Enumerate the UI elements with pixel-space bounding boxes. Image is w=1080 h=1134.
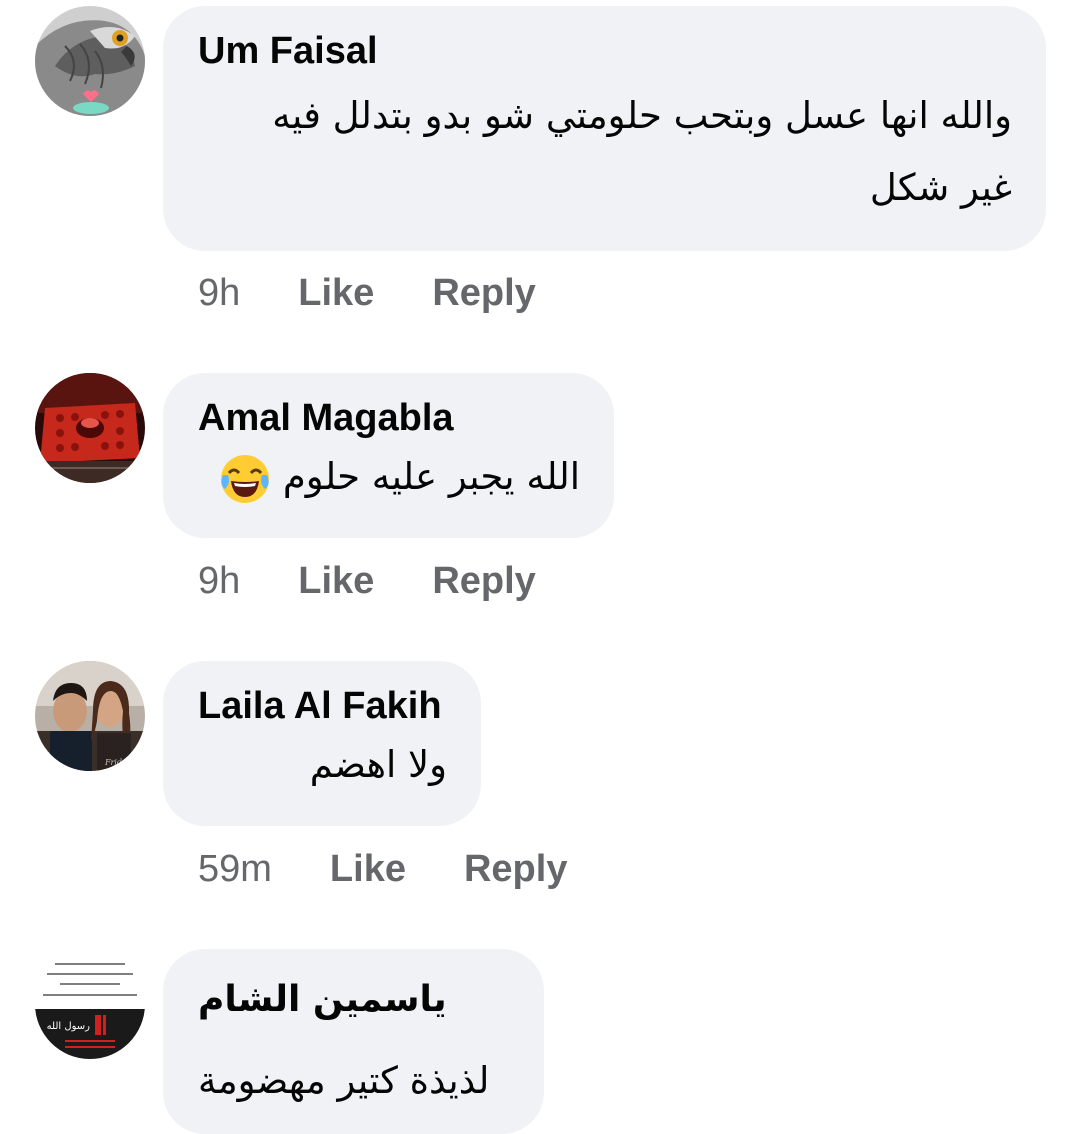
comment-text-line: غير شكل: [869, 166, 1012, 209]
red-tray-avatar-icon[interactable]: [35, 373, 145, 483]
comment-text: والله انها عسل وبتحب حلومتي شو بدو بتدلل…: [198, 80, 1012, 224]
comment-text-line: لذيذة كتير مهضومة: [198, 1059, 490, 1102]
like-button[interactable]: Like: [330, 846, 406, 892]
comment-text-line: ولا اهضم: [309, 743, 447, 786]
comment-bubble: ياسمين الشام لذيذة كتير مهضومة: [163, 949, 544, 1134]
comment-author[interactable]: Amal Magabla: [198, 395, 580, 441]
comment-text-line: والله انها عسل وبتحب حلومتي شو بدو بتدلل…: [272, 94, 1012, 137]
reply-button[interactable]: Reply: [464, 846, 567, 892]
comment-timestamp[interactable]: 9h: [198, 558, 240, 604]
couple-photo-avatar-icon[interactable]: Friday: [35, 661, 145, 771]
comment-text: الله يجبر عليه حلوم: [198, 447, 580, 507]
comment-author[interactable]: Laila Al Fakih: [198, 683, 447, 729]
comment-actions: 9h Like Reply: [198, 558, 536, 604]
like-button[interactable]: Like: [298, 558, 374, 604]
comment-text: لذيذة كتير مهضومة: [198, 1051, 510, 1111]
religious-text-avatar-icon[interactable]: رسول الله: [35, 949, 145, 1059]
comment-text-line: الله يجبر عليه حلوم: [282, 455, 580, 498]
comment-bubble: Laila Al Fakih ولا اهضم: [163, 661, 481, 826]
svg-text:Friday: Friday: [104, 758, 132, 767]
comment-text: ولا اهضم: [198, 735, 447, 795]
reply-button[interactable]: Reply: [432, 558, 535, 604]
avatar-text: رسول الله: [47, 1021, 90, 1032]
comment-timestamp[interactable]: 59m: [198, 846, 272, 892]
comment-bubble: Amal Magabla الله يجبر عليه حلوم: [163, 373, 614, 538]
comment-author[interactable]: Um Faisal: [198, 28, 1012, 74]
comment-bubble: Um Faisal والله انها عسل وبتحب حلومتي شو…: [163, 6, 1046, 251]
comment-actions: 59m Like Reply: [198, 846, 567, 892]
reply-button[interactable]: Reply: [432, 270, 535, 316]
comment-actions: 9h Like Reply: [198, 270, 536, 316]
comment-timestamp[interactable]: 9h: [198, 270, 240, 316]
like-button[interactable]: Like: [298, 270, 374, 316]
eagle-avatar-icon[interactable]: [35, 6, 145, 116]
tears-of-joy-emoji-icon: [221, 454, 270, 503]
comment-author[interactable]: ياسمين الشام: [198, 977, 510, 1023]
